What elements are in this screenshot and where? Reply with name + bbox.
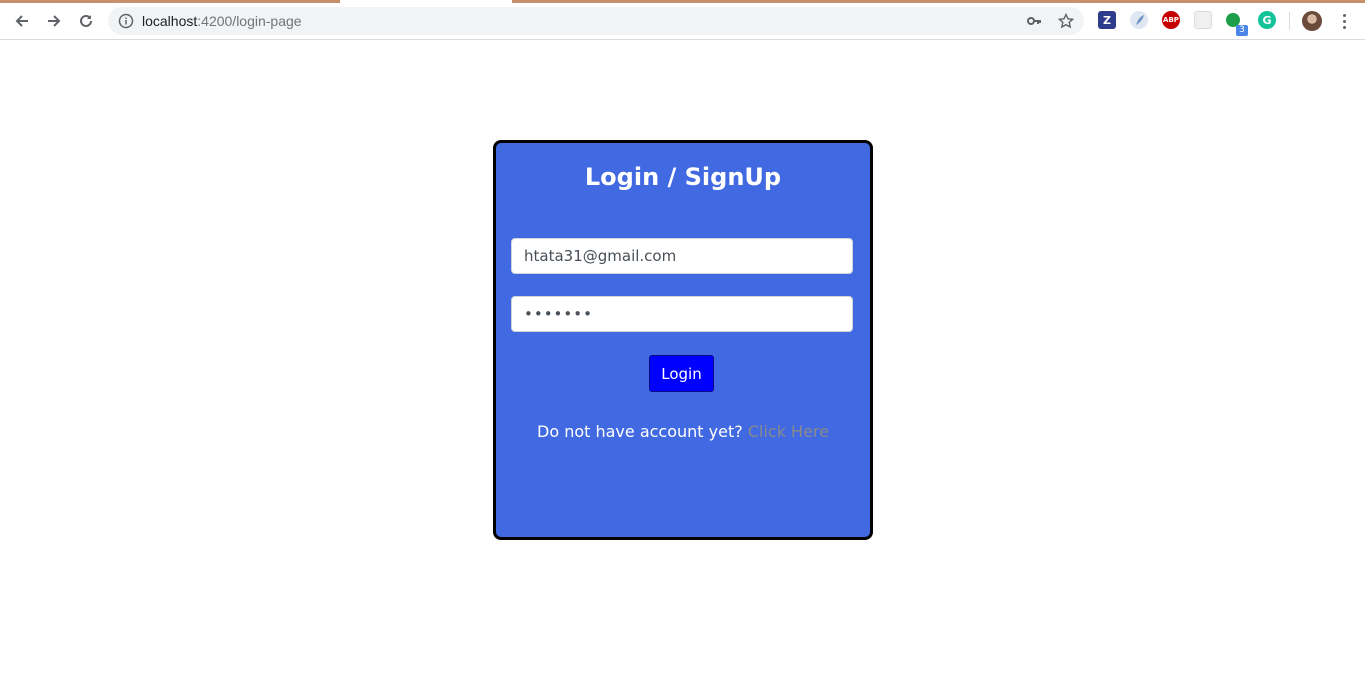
key-icon[interactable] bbox=[1026, 13, 1042, 29]
forward-button[interactable] bbox=[40, 7, 68, 35]
browser-menu-button[interactable] bbox=[1336, 11, 1352, 31]
menu-dot-icon bbox=[1342, 13, 1346, 17]
url-host: localhost bbox=[142, 13, 198, 29]
signup-link[interactable]: Click Here bbox=[748, 422, 829, 441]
login-button[interactable]: Login bbox=[649, 355, 714, 392]
adblock-label: ABP bbox=[1163, 16, 1179, 24]
extension-badge: 3 bbox=[1236, 25, 1248, 36]
grammarly-icon[interactable]: G bbox=[1258, 11, 1276, 29]
feather-extension-icon[interactable] bbox=[1130, 11, 1148, 29]
back-arrow-icon bbox=[15, 15, 28, 27]
browser-toolbar: localhost:4200/login-page Z ABP 3 G bbox=[0, 3, 1365, 40]
adblock-plus-icon[interactable]: ABP bbox=[1162, 11, 1180, 29]
toolbar-divider bbox=[1289, 12, 1290, 30]
email-field[interactable] bbox=[511, 238, 853, 274]
menu-dot-icon bbox=[1342, 19, 1346, 23]
reload-icon bbox=[80, 14, 92, 27]
address-bar[interactable]: localhost:4200/login-page bbox=[108, 7, 1084, 35]
back-button[interactable] bbox=[8, 7, 36, 35]
password-field[interactable] bbox=[511, 296, 853, 332]
signup-prompt-text: Do not have account yet? bbox=[537, 422, 743, 441]
feather-glyph bbox=[1136, 15, 1144, 25]
profile-avatar[interactable] bbox=[1302, 11, 1322, 31]
menu-dot-icon bbox=[1342, 25, 1346, 29]
zotero-label: Z bbox=[1103, 13, 1111, 27]
address-url: localhost:4200/login-page bbox=[142, 7, 302, 35]
bookmark-star-icon[interactable] bbox=[1058, 13, 1074, 29]
login-title: Login / SignUp bbox=[584, 163, 782, 191]
reload-button[interactable] bbox=[72, 7, 100, 35]
site-info-icon[interactable] bbox=[118, 13, 134, 29]
zotero-icon[interactable]: Z bbox=[1098, 11, 1116, 29]
login-card: Login / SignUp Login Do not have account… bbox=[493, 140, 873, 540]
grammarly-label: G bbox=[1262, 13, 1272, 27]
url-path: :4200/login-page bbox=[197, 13, 302, 29]
signup-prompt-line: Do not have account yet? Click Here bbox=[496, 422, 870, 441]
forward-arrow-icon bbox=[48, 15, 61, 27]
blank-extension-icon[interactable] bbox=[1194, 11, 1212, 29]
